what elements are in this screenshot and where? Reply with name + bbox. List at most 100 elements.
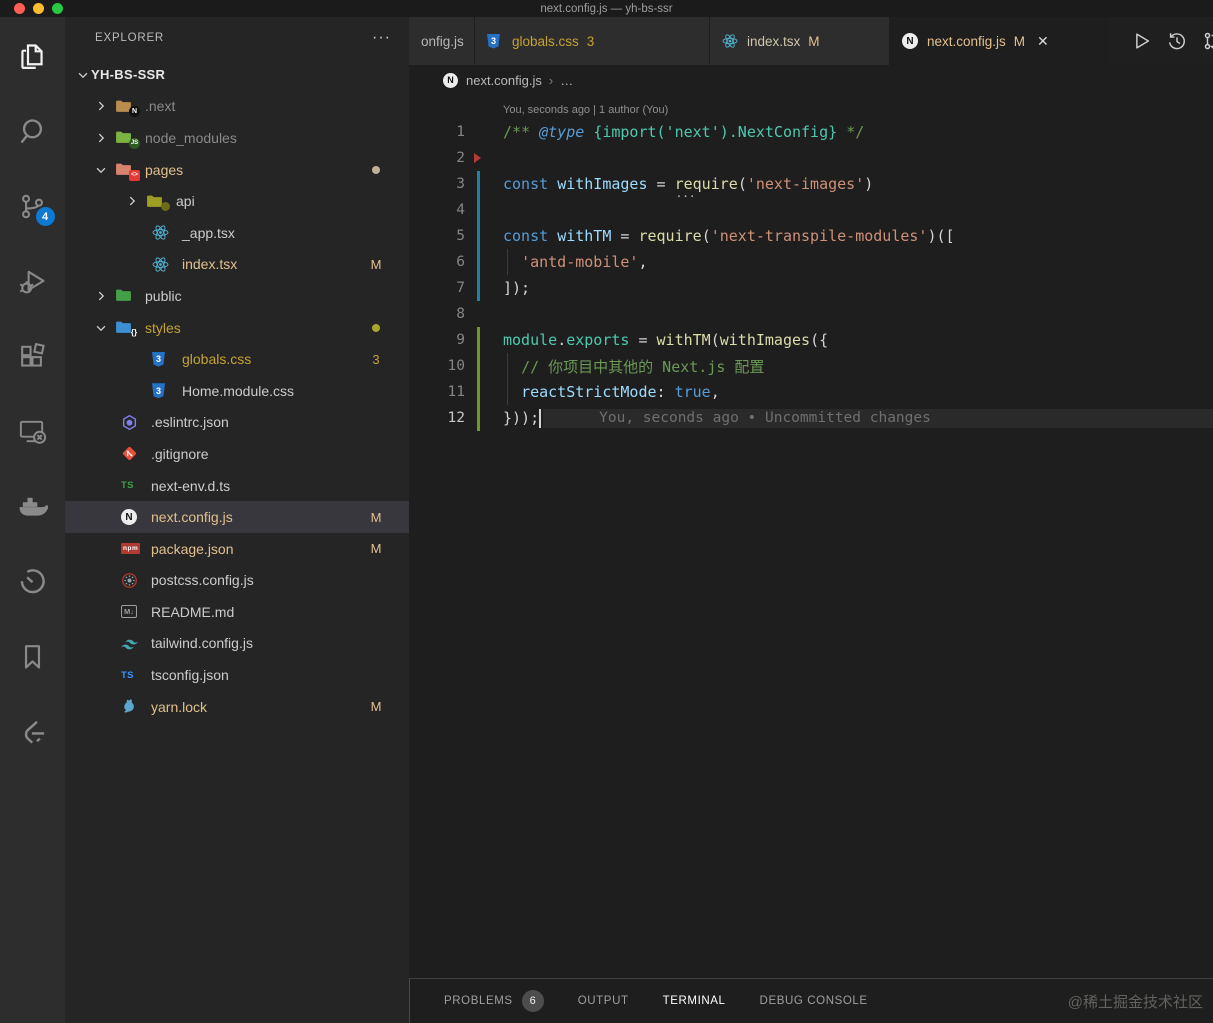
code-line-8[interactable]: 8	[409, 301, 1213, 327]
panel-tab-terminal[interactable]: TERMINAL	[663, 995, 726, 1007]
line-number[interactable]: 9	[409, 332, 465, 348]
breadcrumb-separator: ›	[549, 73, 553, 88]
code-line-3[interactable]: 3const withImages = require('next-images…	[409, 171, 1213, 197]
chevron-right-icon	[124, 193, 140, 209]
run-button[interactable]	[1123, 23, 1159, 59]
sidebar-item-node-modules[interactable]: JSnode_modules	[65, 122, 409, 154]
folder-pages-icon: <>	[115, 161, 137, 179]
sidebar-item-styles[interactable]: {}styles	[65, 312, 409, 344]
git-modified-badge: M	[367, 257, 385, 272]
explorer-more-actions-button[interactable]: ···	[372, 29, 391, 47]
chevron-right-icon	[93, 98, 109, 114]
tree-root-yh-bs-ssr[interactable]: YH-BS-SSR	[65, 59, 409, 91]
open-changes-button[interactable]	[1195, 23, 1213, 59]
item-label: next.config.js	[151, 509, 367, 525]
activity-bar-item-explorer[interactable]	[9, 31, 57, 81]
code-line-4[interactable]: 4	[409, 197, 1213, 223]
editor-column: onfig.js3globals.css3index.tsxMNnext.con…	[409, 17, 1213, 1023]
breadcrumb-file[interactable]: next.config.js	[466, 73, 542, 88]
git-modified-gutter	[477, 223, 480, 249]
line-number[interactable]: 6	[409, 254, 465, 270]
sidebar-item--eslintrc-json[interactable]: .eslintrc.json	[65, 407, 409, 439]
sidebar-item-tailwind-config-js[interactable]: tailwind.config.js	[65, 628, 409, 660]
code-line-11[interactable]: 11 reactStrictMode: true,	[409, 379, 1213, 405]
code-line-6[interactable]: 6 'antd-mobile',	[409, 249, 1213, 275]
sidebar-item-api[interactable]: api	[65, 185, 409, 217]
activity-bar-item-source-control[interactable]: 4	[9, 181, 57, 231]
editor-tab-bar: onfig.js3globals.css3index.tsxMNnext.con…	[409, 17, 1213, 65]
line-number[interactable]: 12	[409, 410, 465, 426]
panel-tab-label: DEBUG CONSOLE	[760, 995, 868, 1007]
sidebar-item-home-module-css[interactable]: 3 Home.module.css	[65, 375, 409, 407]
leetcode-icon	[17, 716, 48, 747]
sidebar-item-readme-md[interactable]: M↓README.md	[65, 596, 409, 628]
line-number[interactable]: 4	[409, 202, 465, 218]
sidebar-item--next[interactable]: N.next	[65, 91, 409, 123]
tab-label: globals.css	[512, 34, 579, 49]
panel-tab-label: OUTPUT	[578, 995, 629, 1007]
activity-bar-item-bookmarks[interactable]	[9, 631, 57, 681]
sidebar-item-package-json[interactable]: npmpackage.jsonM	[65, 533, 409, 565]
line-number[interactable]: 2	[409, 150, 465, 166]
breadcrumb-more[interactable]: …	[560, 73, 573, 88]
tab-index-tsx[interactable]: index.tsxM	[710, 17, 890, 65]
activity-bar-item-extensions[interactable]	[9, 331, 57, 381]
sidebar-item--app-tsx[interactable]: _app.tsx	[65, 217, 409, 249]
sidebar-item-public[interactable]: public	[65, 280, 409, 312]
timeline-button[interactable]	[1159, 23, 1195, 59]
code-line-12[interactable]: 12}));You, seconds ago • Uncommitted cha…	[409, 405, 1213, 431]
folder-node-icon: JS	[115, 129, 137, 147]
css3-icon: 3	[152, 382, 174, 400]
line-number[interactable]: 3	[409, 176, 465, 192]
close-icon[interactable]: ✕	[1037, 33, 1049, 50]
sidebar-item-tsconfig-json[interactable]: TStsconfig.json	[65, 659, 409, 691]
nextjs-file-icon: N	[443, 73, 458, 88]
git-modified-gutter	[477, 249, 480, 275]
code-editor[interactable]: You, seconds ago | 1 author (You) 1/** @…	[409, 95, 1213, 978]
panel-tab-debug-console[interactable]: DEBUG CONSOLE	[760, 995, 868, 1007]
code-line-2[interactable]: 2	[409, 145, 1213, 171]
git-modified-gutter	[477, 171, 480, 197]
code-line-1[interactable]: 1/** @type {import('next').NextConfig} *…	[409, 119, 1213, 145]
line-number[interactable]: 11	[409, 384, 465, 400]
editor-empty-space[interactable]	[409, 431, 1213, 978]
activity-bar-item-time-tracker[interactable]	[9, 556, 57, 606]
panel-tab-output[interactable]: OUTPUT	[578, 995, 629, 1007]
line-number[interactable]: 10	[409, 358, 465, 374]
tab-next-config-js[interactable]: Nnext.config.jsM✕	[890, 17, 1110, 65]
sidebar-item-postcss-config-js[interactable]: postcss.config.js	[65, 565, 409, 597]
remote-explorer-icon	[17, 416, 48, 447]
play-icon	[1130, 30, 1152, 52]
activity-bar-item-docker[interactable]	[9, 481, 57, 531]
panel-tab-problems[interactable]: PROBLEMS6	[444, 990, 544, 1012]
sidebar-item-index-tsx[interactable]: index.tsxM	[65, 249, 409, 281]
tab-globals-css[interactable]: 3globals.css3	[475, 17, 710, 65]
item-label: globals.css	[182, 351, 367, 367]
sidebar-item--gitignore[interactable]: .gitignore	[65, 438, 409, 470]
code-line-9[interactable]: 9module.exports = withTM(withImages({	[409, 327, 1213, 353]
tab-label: index.tsx	[747, 34, 800, 49]
sidebar-item-yarn-lock[interactable]: yarn.lockM	[65, 691, 409, 723]
code-line-5[interactable]: 5const withTM = require('next-transpile-…	[409, 223, 1213, 249]
line-number[interactable]: 1	[409, 124, 465, 140]
line-number[interactable]: 7	[409, 280, 465, 296]
code-line-10[interactable]: 10 // 你项目中其他的 Next.js 配置	[409, 353, 1213, 379]
code-line-7[interactable]: 7]);	[409, 275, 1213, 301]
sidebar-item-globals-css[interactable]: 3globals.css3	[65, 343, 409, 375]
codelens-annotation[interactable]: You, seconds ago | 1 author (You)	[409, 95, 1213, 119]
tab-onfig-js[interactable]: onfig.js	[409, 17, 475, 65]
sidebar-item-next-env-d-ts[interactable]: TSnext-env.d.ts	[65, 470, 409, 502]
title-bar: next.config.js — yh-bs-ssr	[0, 0, 1213, 17]
git-icon	[121, 445, 143, 463]
activity-bar-item-run-debug[interactable]	[9, 256, 57, 306]
sidebar-item-next-config-js[interactable]: Nnext.config.jsM	[65, 501, 409, 533]
item-label: Home.module.css	[182, 383, 409, 399]
activity-bar-item-search[interactable]	[9, 106, 57, 156]
item-label: tsconfig.json	[151, 667, 409, 683]
activity-bar-item-remote-explorer[interactable]	[9, 406, 57, 456]
line-number[interactable]: 5	[409, 228, 465, 244]
activity-bar-item-leetcode[interactable]	[9, 706, 57, 756]
line-number[interactable]: 8	[409, 306, 465, 322]
sidebar-item-pages[interactable]: <>pages	[65, 154, 409, 186]
inline-blame-annotation: You, seconds ago • Uncommitted changes	[543, 409, 1213, 428]
